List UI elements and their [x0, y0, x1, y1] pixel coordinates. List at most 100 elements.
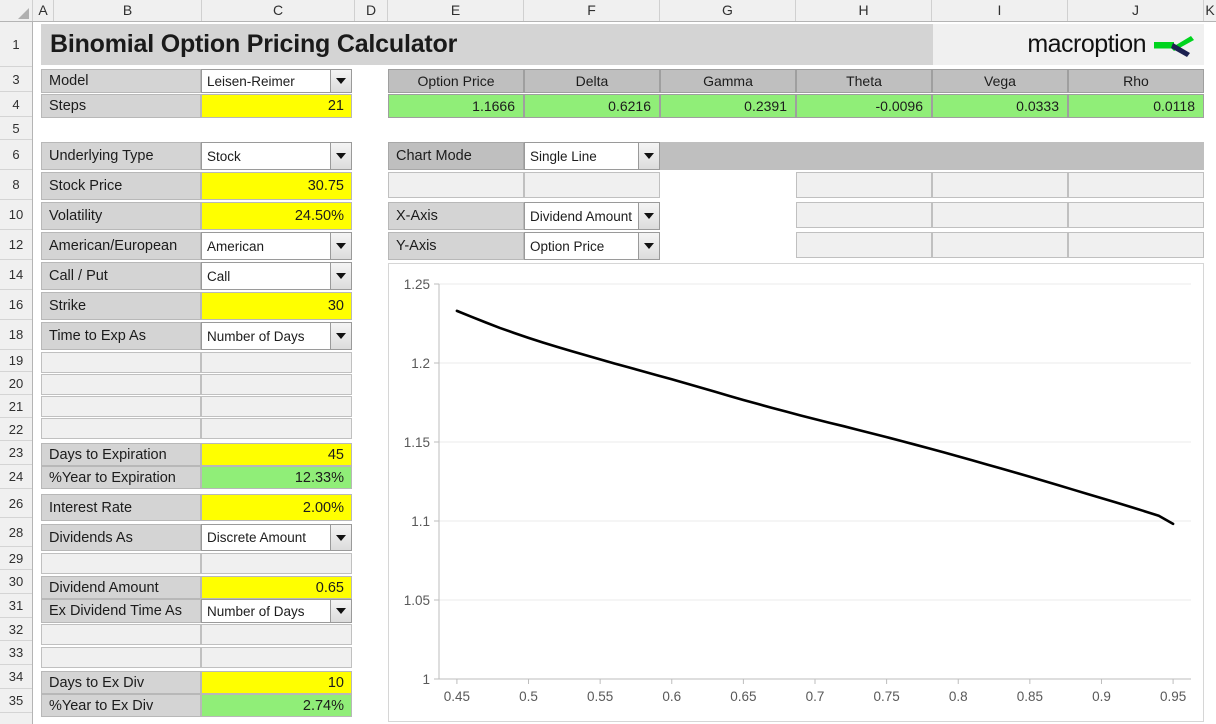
column-header-a[interactable]: A [33, 0, 54, 21]
row-header-16[interactable]: 16 [0, 290, 32, 320]
blank-cell-b21[interactable] [41, 396, 201, 417]
blank-cell-c32[interactable] [201, 624, 352, 645]
chevron-down-icon[interactable] [638, 143, 659, 169]
blank-cell-b33[interactable] [41, 647, 201, 668]
row-header-8[interactable]: 8 [0, 170, 32, 200]
blank-cell-c33[interactable] [201, 647, 352, 668]
x-axis-value: Dividend Amount [530, 208, 633, 224]
row-header-3[interactable]: 3 [0, 67, 32, 92]
row-header-23[interactable]: 23 [0, 441, 32, 465]
svg-text:0.55: 0.55 [587, 689, 613, 704]
chevron-down-icon[interactable] [330, 525, 351, 550]
blank-cell-c29[interactable] [201, 553, 352, 574]
chart-blank-cell-h10[interactable] [796, 202, 932, 228]
interest-rate-input[interactable]: 2.00% [201, 494, 352, 521]
column-header-j[interactable]: J [1068, 0, 1204, 21]
row-header-10[interactable]: 10 [0, 200, 32, 230]
dividend-amount-input[interactable]: 0.65 [201, 576, 352, 599]
column-header-i[interactable]: I [932, 0, 1068, 21]
time-to-exp-as-dropdown[interactable]: Number of Days [201, 322, 352, 350]
row-header-34[interactable]: 34 [0, 665, 32, 689]
column-header-e[interactable]: E [388, 0, 524, 21]
blank-cell-c21[interactable] [201, 396, 352, 417]
stock-price-input[interactable]: 30.75 [201, 172, 352, 200]
chart-blank-cell-j8[interactable] [1068, 172, 1204, 198]
chart-blank-cell-h8[interactable] [796, 172, 932, 198]
days-to-ex-div-input[interactable]: 10 [201, 671, 352, 694]
row-header-33[interactable]: 33 [0, 641, 32, 665]
blank-cell-b19[interactable] [41, 352, 201, 373]
row-header-20[interactable]: 20 [0, 372, 32, 395]
chevron-down-icon[interactable] [330, 323, 351, 349]
column-header-d[interactable]: D [355, 0, 388, 21]
chart-blank-cell-j12[interactable] [1068, 232, 1204, 258]
blank-cell-c22[interactable] [201, 418, 352, 439]
row-header-4[interactable]: 4 [0, 92, 32, 117]
chevron-down-icon[interactable] [330, 600, 351, 622]
model-dropdown[interactable]: Leisen-Reimer [201, 69, 352, 93]
row-header-6[interactable]: 6 [0, 140, 32, 170]
underlying-type-dropdown[interactable]: Stock [201, 142, 352, 170]
chart-blank-cell-j10[interactable] [1068, 202, 1204, 228]
days-to-expiration-input[interactable]: 45 [201, 443, 352, 466]
column-header-c[interactable]: C [202, 0, 355, 21]
chevron-down-icon[interactable] [330, 143, 351, 169]
select-all-corner[interactable] [0, 0, 33, 21]
row-header-partial[interactable] [0, 713, 32, 724]
pct-year-to-expiration-label: %Year to Expiration [41, 466, 201, 489]
blank-cell-c19[interactable] [201, 352, 352, 373]
brand-name: macroption [1027, 30, 1146, 58]
row-header-22[interactable]: 22 [0, 418, 32, 441]
row-header-30[interactable]: 30 [0, 570, 32, 594]
column-header-g[interactable]: G [660, 0, 796, 21]
american-european-label: American/European [41, 232, 201, 260]
call-put-dropdown[interactable]: Call [201, 262, 352, 290]
result-header-option-price: Option Price [388, 69, 524, 93]
row-header-32[interactable]: 32 [0, 618, 32, 641]
american-european-dropdown[interactable]: American [201, 232, 352, 260]
row-header-12[interactable]: 12 [0, 230, 32, 260]
blank-cell-b22[interactable] [41, 418, 201, 439]
steps-input[interactable]: 21 [201, 94, 352, 118]
blank-cell-b32[interactable] [41, 624, 201, 645]
chart-blank-cell-e8[interactable] [388, 172, 524, 198]
row-header-19[interactable]: 19 [0, 350, 32, 372]
chart-blank-cell-i12[interactable] [932, 232, 1068, 258]
row-header-28[interactable]: 28 [0, 518, 32, 547]
column-header-k[interactable]: K [1204, 0, 1216, 21]
volatility-input[interactable]: 24.50% [201, 202, 352, 230]
column-header-b[interactable]: B [54, 0, 202, 21]
blank-cell-c20[interactable] [201, 374, 352, 395]
row-header-29[interactable]: 29 [0, 547, 32, 570]
chevron-down-icon[interactable] [330, 70, 351, 92]
row-header-14[interactable]: 14 [0, 260, 32, 290]
column-header-f[interactable]: F [524, 0, 660, 21]
x-axis-dropdown[interactable]: Dividend Amount [524, 202, 660, 230]
chevron-down-icon[interactable] [638, 233, 659, 259]
chart-blank-cell-i10[interactable] [932, 202, 1068, 228]
strike-input[interactable]: 30 [201, 292, 352, 320]
row-header-18[interactable]: 18 [0, 320, 32, 350]
row-header-26[interactable]: 26 [0, 489, 32, 518]
chevron-down-icon[interactable] [330, 233, 351, 259]
row-header-21[interactable]: 21 [0, 395, 32, 418]
column-header-h[interactable]: H [796, 0, 932, 21]
ex-dividend-time-as-dropdown[interactable]: Number of Days [201, 599, 352, 623]
chevron-down-icon[interactable] [330, 263, 351, 289]
row-header-35[interactable]: 35 [0, 689, 32, 713]
dividends-as-dropdown[interactable]: Discrete Amount [201, 524, 352, 551]
chevron-down-icon[interactable] [638, 203, 659, 229]
volatility-label: Volatility [41, 202, 201, 230]
y-axis-dropdown[interactable]: Option Price [524, 232, 660, 260]
blank-cell-b29[interactable] [41, 553, 201, 574]
row-header-1[interactable]: 1 [0, 22, 32, 67]
blank-cell-b20[interactable] [41, 374, 201, 395]
option-price-chart[interactable]: 1 1.05 1.1 1.15 1.2 1.25 0.45 0.5 0.55 0.6 0.65 0.7… [388, 263, 1204, 722]
row-header-5[interactable]: 5 [0, 117, 32, 140]
chart-blank-cell-i8[interactable] [932, 172, 1068, 198]
row-header-24[interactable]: 24 [0, 465, 32, 489]
chart-blank-cell-h12[interactable] [796, 232, 932, 258]
row-header-31[interactable]: 31 [0, 594, 32, 618]
chart-blank-cell-f8[interactable] [524, 172, 660, 198]
chart-mode-dropdown[interactable]: Single Line [524, 142, 660, 170]
